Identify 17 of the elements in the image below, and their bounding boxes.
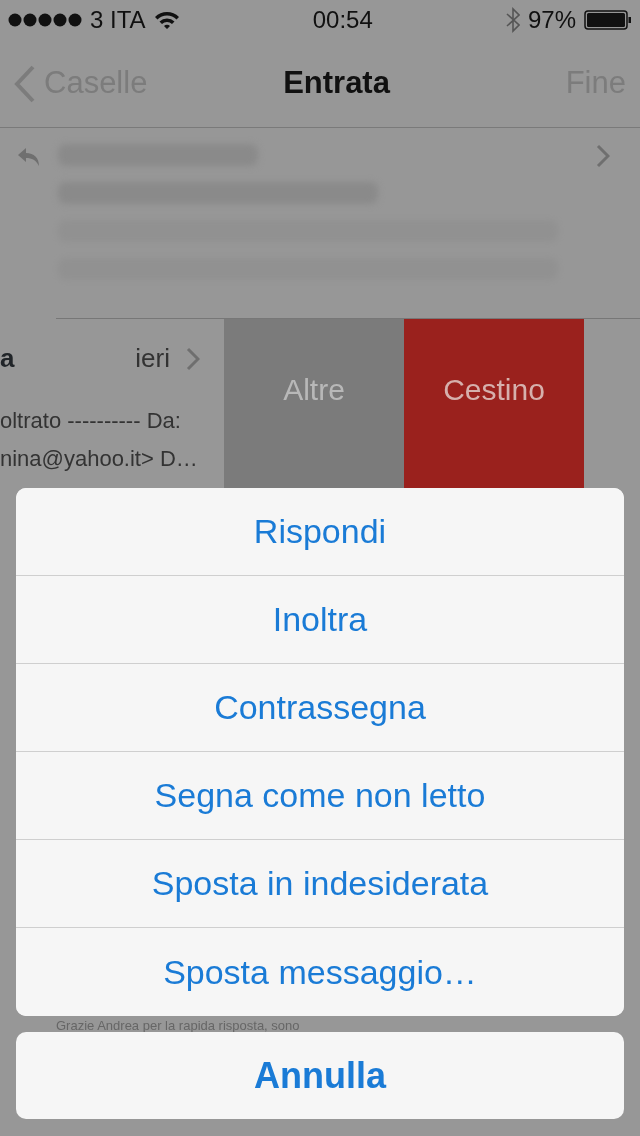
chevron-icon: [596, 144, 610, 168]
battery-percent: 97%: [527, 5, 576, 35]
bluetooth-icon: [505, 7, 520, 33]
wifi-icon: [153, 10, 180, 30]
message-date: ieri: [135, 342, 170, 375]
sheet-option[interactable]: Rispondi: [16, 488, 624, 576]
back-chevron-icon: [14, 64, 36, 103]
battery-icon: [584, 10, 632, 30]
nav-title: Entrata: [283, 64, 390, 103]
sender-name: a: [0, 342, 15, 375]
carrier-name: 3 ITA: [90, 5, 146, 35]
preview-text: nina@yahoo.it> D…: [0, 445, 199, 473]
signal-icon: [8, 13, 82, 27]
cancel-button[interactable]: Annulla: [16, 1032, 624, 1119]
chevron-icon: [186, 346, 200, 371]
status-time: 00:54: [312, 5, 373, 35]
preview-text: oltrato ---------- Da:: [0, 407, 182, 435]
